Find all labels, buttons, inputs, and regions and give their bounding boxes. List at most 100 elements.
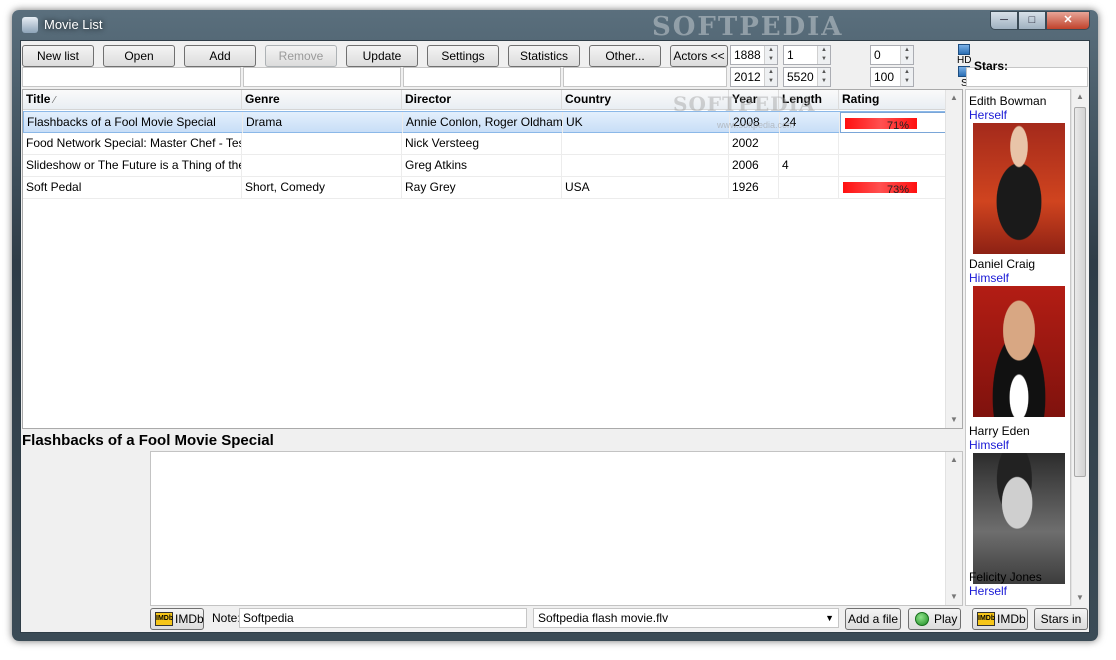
column-title-label: Title: [26, 92, 51, 106]
rating-to-spinner[interactable]: 100 ▲ ▼: [870, 67, 914, 87]
star-imdb-button[interactable]: IMDb IMDb: [972, 608, 1028, 630]
scroll-up-icon[interactable]: ▲: [946, 90, 962, 106]
spinner-arrows-icon[interactable]: ▲ ▼: [817, 46, 830, 64]
table-row[interactable]: Soft Pedal Short, Comedy Ray Grey USA 19…: [23, 177, 946, 199]
sort-indicator-icon: ⁄: [53, 95, 56, 106]
length-to-spinner[interactable]: 5520 ▲ ▼: [783, 67, 831, 87]
table-row[interactable]: Food Network Special: Master Chef - Test…: [23, 133, 946, 155]
rating-label: 71%: [886, 120, 909, 132]
spinner-arrows-icon[interactable]: ▲ ▼: [764, 68, 777, 86]
cell-year: 2006: [729, 155, 779, 176]
cell-country: [562, 155, 729, 176]
cell-year: 2002: [729, 133, 779, 154]
cell-genre: Short, Comedy: [242, 177, 402, 198]
scroll-down-icon[interactable]: ▼: [946, 412, 962, 428]
cell-title: Flashbacks of a Fool Movie Special: [24, 112, 243, 133]
cell-genre: [242, 155, 402, 176]
stars-scrollbar[interactable]: ▲ ▼: [1071, 89, 1088, 606]
star-role-link[interactable]: Herself: [969, 108, 1007, 122]
client-area: New list Open Add Remove Update Settings…: [20, 40, 1090, 633]
description-box[interactable]: ▲ ▼: [150, 451, 963, 606]
title-bar[interactable]: Movie List SOFTPEDIA ─ □ ✕: [12, 10, 1098, 42]
other-button[interactable]: Other...: [589, 45, 661, 67]
title-filter-input[interactable]: [22, 67, 241, 87]
actors-toggle-button[interactable]: Actors <<: [670, 45, 728, 67]
column-header-genre[interactable]: Genre: [242, 90, 402, 110]
star-photo[interactable]: [973, 123, 1065, 254]
app-icon: [22, 17, 38, 33]
detail-title: Flashbacks of a Fool Movie Special: [22, 432, 274, 449]
cell-country: USA: [562, 177, 729, 198]
description-scrollbar[interactable]: ▲ ▼: [945, 452, 962, 605]
cell-length: [779, 133, 839, 154]
spinner-arrows-icon[interactable]: ▲ ▼: [900, 46, 913, 64]
chevron-down-icon[interactable]: ▼: [825, 609, 834, 627]
director-filter-input[interactable]: [403, 67, 561, 87]
scroll-down-icon[interactable]: ▼: [1072, 590, 1088, 606]
minimize-button[interactable]: ─: [990, 11, 1018, 30]
star-photo[interactable]: [973, 286, 1065, 417]
note-input[interactable]: Softpedia: [239, 608, 527, 628]
play-button[interactable]: Play: [908, 608, 961, 630]
rating-label: 73%: [886, 184, 909, 196]
star-role-link[interactable]: Himself: [969, 438, 1009, 452]
rating-to-value: 100: [874, 70, 895, 84]
cell-rating[interactable]: 71%: [840, 112, 947, 133]
app-window: Movie List SOFTPEDIA ─ □ ✕ New list Open…: [12, 10, 1098, 641]
update-button[interactable]: Update: [346, 45, 418, 67]
open-button[interactable]: Open: [103, 45, 175, 67]
file-select[interactable]: Softpedia flash movie.flv ▼: [533, 608, 839, 628]
grid-scrollbar[interactable]: ▲ ▼: [945, 90, 962, 428]
add-file-button[interactable]: Add a file: [845, 608, 901, 630]
remove-button[interactable]: Remove: [265, 45, 337, 67]
column-header-title[interactable]: Title ⁄: [23, 90, 242, 110]
table-row[interactable]: Slideshow or The Future is a Thing of th…: [23, 155, 946, 177]
rating-from-spinner[interactable]: 0 ▲ ▼: [870, 45, 914, 65]
spinner-arrows-icon[interactable]: ▲ ▼: [817, 68, 830, 86]
spinner-arrows-icon[interactable]: ▲ ▼: [764, 46, 777, 64]
column-header-rating[interactable]: Rating: [839, 90, 946, 110]
cell-rating: [839, 133, 946, 154]
window-title: Movie List: [44, 17, 103, 32]
length-from-value: 1: [787, 48, 794, 62]
cell-title: Soft Pedal: [23, 177, 242, 198]
imdb-button-label: IMDb: [997, 612, 1026, 626]
add-button[interactable]: Add: [184, 45, 256, 67]
new-list-button[interactable]: New list: [22, 45, 94, 67]
stars-panel: Edith Bowman Herself Daniel Craig Himsel…: [965, 89, 1071, 606]
spinner-arrows-icon[interactable]: ▲ ▼: [900, 68, 913, 86]
year-to-spinner[interactable]: 2012 ▲ ▼: [730, 67, 778, 87]
imdb-button-label: IMDb: [175, 612, 204, 626]
length-from-spinner[interactable]: 1 ▲ ▼: [783, 45, 831, 65]
column-header-director[interactable]: Director: [402, 90, 562, 110]
star-photo[interactable]: [973, 453, 1065, 584]
hd-label: HD: [957, 55, 972, 66]
settings-button[interactable]: Settings: [427, 45, 499, 67]
close-button[interactable]: ✕: [1046, 11, 1090, 30]
cell-title: Food Network Special: Master Chef - Test…: [23, 133, 242, 154]
scroll-thumb[interactable]: [1074, 107, 1086, 477]
movie-imdb-button[interactable]: IMDb IMDb: [150, 608, 204, 630]
star-role-link[interactable]: Himself: [969, 271, 1009, 285]
cell-director: Greg Atkins: [402, 155, 562, 176]
star-role-link[interactable]: Herself: [969, 584, 1007, 598]
scroll-up-icon[interactable]: ▲: [1072, 89, 1088, 105]
scroll-down-icon[interactable]: ▼: [946, 589, 962, 605]
statistics-button[interactable]: Statistics: [508, 45, 580, 67]
country-filter-input[interactable]: [563, 67, 727, 87]
imdb-logo-icon: IMDb: [977, 612, 995, 626]
play-button-label: Play: [934, 612, 958, 626]
year-from-spinner[interactable]: 1888 ▲ ▼: [730, 45, 778, 65]
hd-toggle[interactable]: [958, 44, 970, 55]
cell-director: Nick Versteeg: [402, 133, 562, 154]
note-label: Note:: [212, 611, 241, 625]
year-to-value: 2012: [734, 70, 761, 84]
grid-watermark: SOFTPEDIA: [673, 92, 816, 116]
scroll-up-icon[interactable]: ▲: [946, 452, 962, 468]
stars-in-button[interactable]: Stars in: [1034, 608, 1088, 630]
cell-year: 1926: [729, 177, 779, 198]
cover-area: [22, 451, 150, 606]
genre-filter-input[interactable]: [243, 67, 401, 87]
maximize-button[interactable]: □: [1018, 11, 1046, 30]
length-to-value: 5520: [787, 70, 814, 84]
